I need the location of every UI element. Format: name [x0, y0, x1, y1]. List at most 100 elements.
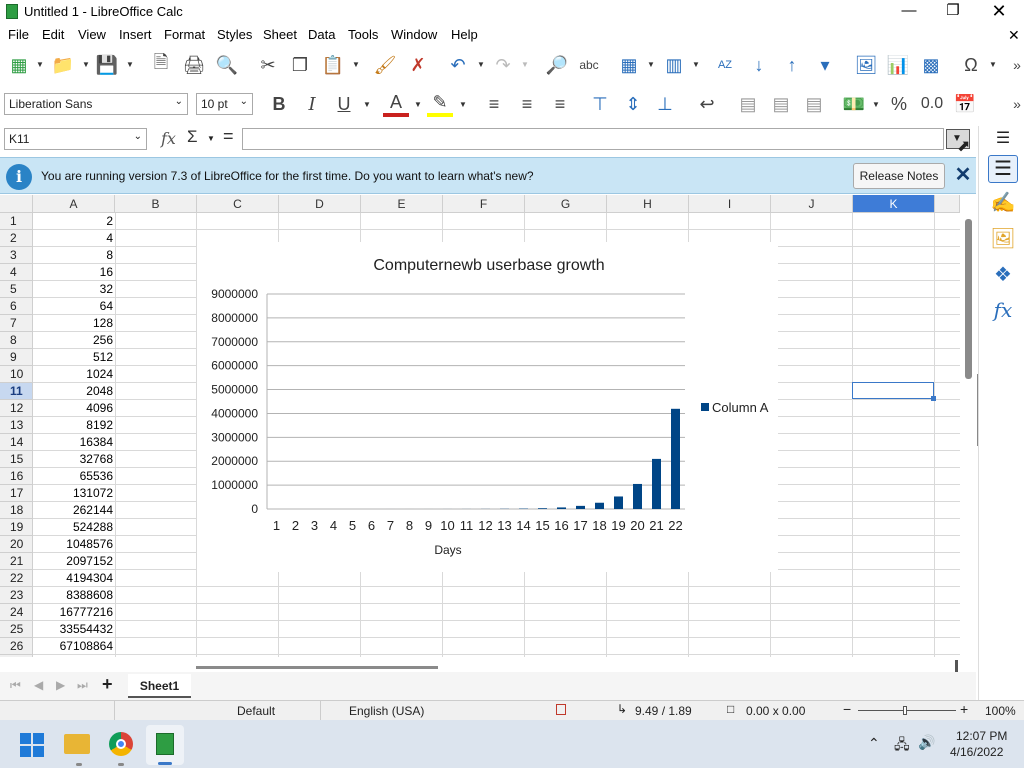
row-header[interactable]: 1 — [0, 213, 33, 230]
release-notes-button[interactable]: Release Notes — [853, 163, 945, 189]
font-size-box[interactable]: 10 pt ⌄ — [196, 93, 253, 115]
chevron-up-icon[interactable]: ⌃ — [868, 735, 880, 752]
column-header[interactable]: K — [853, 195, 935, 213]
row-header[interactable]: 26 — [0, 638, 33, 655]
number-format-icon[interactable]: 0.0 — [919, 91, 945, 117]
menu-tools[interactable]: Tools — [348, 27, 378, 42]
zoom-out-icon[interactable]: − — [843, 701, 851, 717]
windows-start-icon[interactable] — [20, 733, 44, 757]
name-box[interactable]: K11 ⌄ — [4, 128, 147, 150]
cell-a[interactable]: 8192 — [33, 417, 115, 434]
row-header[interactable]: 23 — [0, 587, 33, 604]
row-header[interactable]: 20 — [0, 536, 33, 553]
insert-image-icon[interactable]: 🖼 — [853, 52, 879, 78]
close-icon[interactable]: ✕ — [953, 163, 973, 187]
cell-a[interactable]: 64 — [33, 298, 115, 315]
chevron-down-icon[interactable]: ▼ — [647, 60, 655, 69]
save-icon[interactable]: 💾 — [94, 52, 120, 78]
row-header[interactable]: 13 — [0, 417, 33, 434]
cell-a[interactable]: 67108864 — [33, 638, 115, 655]
previous-sheet-icon[interactable]: ◀ — [34, 678, 43, 692]
chevron-down-icon[interactable]: ▼ — [126, 60, 134, 69]
clock-date[interactable]: 4/16/2022 — [950, 745, 1003, 759]
vertical-scrollbar[interactable] — [961, 195, 976, 657]
italic-icon[interactable]: I — [299, 91, 325, 117]
column-header[interactable]: I — [689, 195, 771, 213]
sort-descending-icon[interactable]: ↑ — [779, 52, 805, 78]
cell-a[interactable]: 4 — [33, 230, 115, 247]
styles-icon[interactable]: ✍ — [988, 190, 1018, 218]
cell-a[interactable]: 8 — [33, 247, 115, 264]
more-icon[interactable]: » — [1004, 91, 1024, 117]
sum-icon[interactable]: Σ — [187, 127, 198, 147]
row-header[interactable]: 22 — [0, 570, 33, 587]
row-header[interactable]: 14 — [0, 434, 33, 451]
column-header[interactable]: B — [115, 195, 197, 213]
select-all-corner[interactable] — [0, 195, 33, 213]
column-header[interactable] — [935, 195, 960, 213]
first-sheet-icon[interactable]: ⏮ — [10, 678, 21, 693]
volume-icon[interactable]: 🔊 — [918, 734, 935, 751]
cell-a[interactable]: 16777216 — [33, 604, 115, 621]
chevron-down-icon[interactable]: ▼ — [521, 60, 529, 69]
copy-icon[interactable]: ❐ — [287, 52, 313, 78]
cell-a[interactable]: 128 — [33, 315, 115, 332]
zoom-in-icon[interactable]: + — [960, 701, 968, 717]
horizontal-scrollbar[interactable] — [0, 657, 960, 671]
chevron-down-icon[interactable]: ▼ — [414, 100, 422, 109]
column-header[interactable]: G — [525, 195, 607, 213]
more-icon[interactable]: » — [1004, 52, 1024, 78]
cell-a[interactable]: 1024 — [33, 366, 115, 383]
clear-formatting-icon[interactable]: ✗ — [405, 52, 431, 78]
column-header[interactable]: J — [771, 195, 853, 213]
maximize-button[interactable]: ❐ — [930, 0, 976, 24]
row-header[interactable]: 21 — [0, 553, 33, 570]
cell-a[interactable]: 16384 — [33, 434, 115, 451]
function-wizard-icon[interactable]: fx — [161, 129, 176, 148]
selected-cell-k11[interactable] — [852, 382, 936, 401]
scrollbar-thumb[interactable] — [196, 666, 438, 669]
page-style[interactable]: Default — [237, 704, 275, 718]
clock-time[interactable]: 12:07 PM — [956, 729, 1007, 743]
find-replace-icon[interactable]: 🔎 — [544, 52, 570, 78]
row-header[interactable]: 12 — [0, 400, 33, 417]
insert-chart-icon[interactable]: 📊 — [885, 52, 911, 78]
sort-icon[interactable]: AZ — [712, 52, 738, 78]
underline-icon[interactable]: U — [331, 91, 357, 117]
paste-icon[interactable]: 📋 — [320, 52, 346, 78]
currency-format-icon[interactable]: 💵 — [841, 91, 867, 117]
unmerge-cells-icon[interactable]: ▤ — [801, 91, 827, 117]
cell-a[interactable]: 524288 — [33, 519, 115, 536]
zoom-level[interactable]: 100% — [985, 704, 1016, 718]
cell-a[interactable]: 4194304 — [33, 570, 115, 587]
sort-ascending-icon[interactable]: ↓ — [746, 52, 772, 78]
font-name-box[interactable]: Liberation Sans ⌄ — [4, 93, 188, 115]
cut-icon[interactable]: ✂ — [255, 52, 281, 78]
cell-a[interactable]: 4096 — [33, 400, 115, 417]
print-preview-icon[interactable]: 🔍 — [214, 52, 240, 78]
cell-a[interactable]: 16 — [33, 264, 115, 281]
menu-insert[interactable]: Insert — [119, 27, 152, 42]
special-character-icon[interactable]: Ω — [958, 52, 984, 78]
open-folder-icon[interactable]: 📁 — [50, 52, 76, 78]
cell-a[interactable]: 2 — [33, 213, 115, 230]
menu-edit[interactable]: Edit — [42, 27, 64, 42]
libreoffice-calc-taskbar-button[interactable] — [146, 725, 184, 765]
chevron-down-icon[interactable]: ▼ — [82, 60, 90, 69]
date-format-icon[interactable]: 📅 — [952, 91, 978, 117]
menu-file[interactable]: File — [8, 27, 29, 42]
cell-a[interactable]: 32768 — [33, 451, 115, 468]
row-header[interactable]: 17 — [0, 485, 33, 502]
row-header[interactable]: 5 — [0, 281, 33, 298]
row-icon[interactable]: ▦ — [616, 52, 642, 78]
spelling-icon[interactable]: abc — [576, 52, 602, 78]
font-color-icon[interactable]: A — [383, 91, 409, 117]
chevron-down-icon[interactable]: ▼ — [363, 100, 371, 109]
menu-sheet[interactable]: Sheet — [263, 27, 297, 42]
align-bottom-icon[interactable]: ⊥ — [652, 91, 678, 117]
column-header[interactable]: D — [279, 195, 361, 213]
zoom-slider[interactable] — [858, 710, 956, 711]
print-icon[interactable]: 🖨 — [181, 52, 207, 78]
close-window-button[interactable]: ✕ — [976, 0, 1022, 24]
row-header[interactable]: 6 — [0, 298, 33, 315]
